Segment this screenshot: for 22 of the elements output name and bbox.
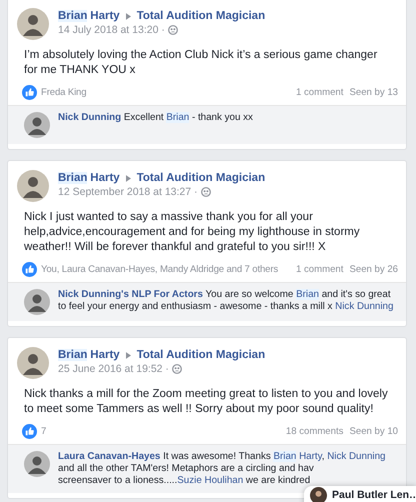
group-link[interactable]: Total Audition Magician — [136, 172, 266, 184]
commenter-link[interactable]: Nick Dunning — [58, 112, 122, 123]
author-link[interactable]: Brian Harty — [58, 349, 120, 361]
mention-link[interactable]: Nick Dunning — [327, 451, 386, 462]
mention-link[interactable]: Brian — [166, 112, 190, 123]
comment-text: Nick Dunning Excellent Brian - thank you xx — [58, 112, 253, 125]
post-text: Nick I just wanted to say a massive thank you for all your help,advice,encouragement and for being my lighthouse in stormy weather!! Will be forever thankful and grateful to you sir!!! X — [24, 210, 361, 255]
mention-link[interactable]: Suzie Houlihan — [177, 475, 244, 486]
post-text: I’m absolutely loving the Action Club Nick it’s a serious game changer for me THANK YOU x — [24, 48, 378, 78]
chat-tab[interactable]: Paul Butler Len… — [304, 486, 416, 502]
commenter-link[interactable]: Nick Dunning's NLP For Actors — [58, 289, 203, 300]
mention-link[interactable]: Brian Harty — [273, 451, 322, 462]
author-link[interactable]: Brian Harty — [58, 10, 120, 22]
group-link[interactable]: Total Audition Magician — [136, 349, 266, 361]
commenter-link[interactable]: Laura Canavan-Hayes — [58, 451, 160, 462]
mention-link[interactable]: Brian — [296, 289, 319, 300]
author-link[interactable]: Brian Harty — [58, 172, 120, 184]
group-link[interactable]: Total Audition Magician — [136, 10, 266, 22]
comment-text: Nick Dunning's NLP For Actors You are so welcome Brian and it's so great to feel your energy and enthusiasm - awesome - thanks a mill x Nick Dunning — [58, 289, 394, 314]
post-text: Nick thanks a mill for the Zoom meeting great to listen to you and lovely to meet some Tammers as well !! Sorry about my poor sound quality! — [24, 387, 389, 417]
mention-link[interactable]: Nick Dunning — [335, 301, 394, 312]
comment-text: Laura Canavan-Hayes It was awesome! Thanks Brian Harty, Nick Dunning and all the other TAM'ers! Metaphors are a circling and hav screensaver to a lioness.....Suzie Houlihan we are kindred — [58, 451, 386, 487]
